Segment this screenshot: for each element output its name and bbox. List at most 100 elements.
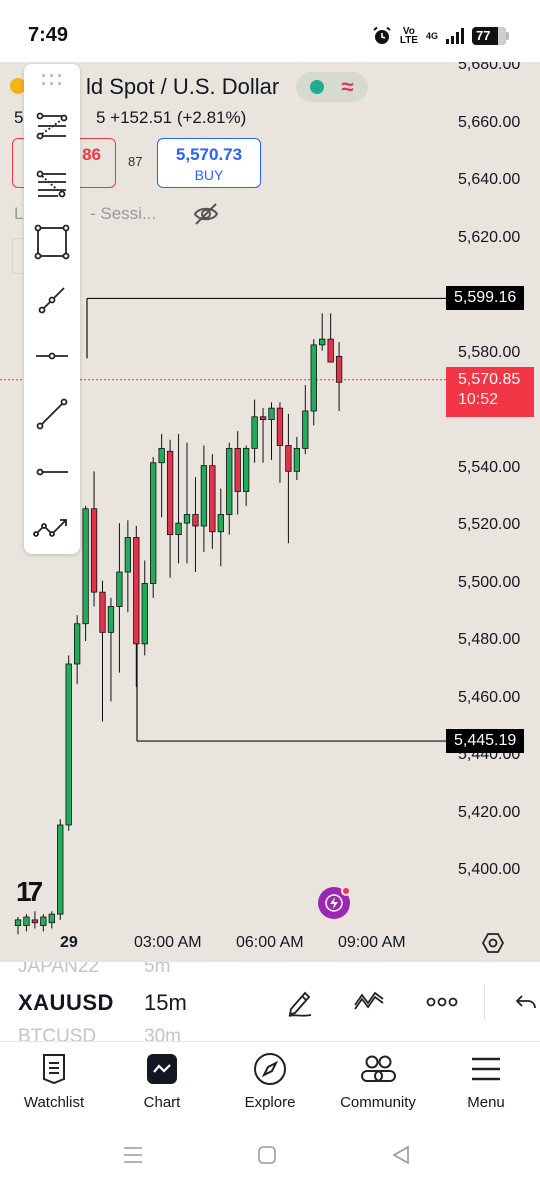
y-axis-label: 5,500.00 (458, 573, 521, 591)
candle-body (23, 916, 30, 927)
fib-retracement-tool-icon[interactable] (32, 106, 72, 146)
pencil-icon[interactable] (282, 984, 318, 1020)
candle-body (242, 447, 250, 492)
prev-timeframe[interactable]: 5m (144, 962, 170, 978)
nav-chart[interactable]: Chart (112, 1052, 212, 1111)
y-axis-label: 5,400.00 (458, 861, 521, 878)
back-icon[interactable] (386, 1140, 416, 1170)
eye-off-icon[interactable] (192, 202, 220, 226)
status-bar: 7:49 Vo LTE 4G 77 (0, 0, 540, 62)
notification-dot (341, 886, 351, 896)
low-price-tag: 5,445.19 (446, 729, 525, 754)
candle-body (217, 514, 224, 533)
candle-body (99, 591, 106, 633)
undo-icon[interactable] (508, 984, 540, 1020)
recent-apps-icon[interactable] (118, 1140, 148, 1170)
candle-body (107, 606, 115, 633)
indicators-icon[interactable] (352, 984, 388, 1020)
candle-body (285, 445, 292, 472)
menu-icon (472, 1057, 500, 1081)
symbol-bar[interactable]: JAPAN22 5m XAUUSD 15m BTCUSD 30m (0, 962, 540, 1042)
candle-body (150, 462, 157, 584)
candle-body (40, 916, 47, 927)
spread-value: 87 (128, 154, 143, 169)
candle-body (335, 355, 343, 383)
bottom-navigation[interactable]: Watchlist Chart Explore Community Menu (0, 1042, 540, 1122)
forecast-tool-icon[interactable] (32, 508, 72, 548)
sell-price: 86 (82, 145, 101, 164)
x-label-time-1: 03:00 AM (134, 934, 202, 951)
candle-body (82, 508, 89, 625)
trend-line-tool-icon[interactable] (32, 280, 72, 320)
wave-icon: ≈ (341, 74, 354, 99)
candle-body (293, 447, 301, 472)
y-axis-label: 5,420.00 (458, 803, 521, 821)
candle-body (31, 919, 39, 924)
symbol-selector[interactable]: XAUUSD (18, 990, 114, 1016)
system-navigation[interactable] (0, 1122, 540, 1186)
network-type: 4G (425, 31, 438, 41)
lightning-icon (325, 894, 343, 912)
candlestick-chart[interactable] (0, 62, 540, 962)
candle-body (124, 537, 131, 573)
horizontal-ray-tool-icon[interactable] (32, 336, 72, 376)
candle-body (14, 919, 22, 927)
nav-community[interactable]: Community (328, 1052, 428, 1111)
y-axis-label: 5,580.00 (458, 343, 521, 361)
x-label-time-2: 06:00 AM (236, 934, 304, 951)
more-options-icon[interactable] (424, 984, 460, 1020)
candle-body (65, 663, 72, 826)
chart-settings-icon[interactable] (482, 932, 504, 954)
candle-body (74, 623, 81, 665)
y-axis-label: 5,460.00 (458, 688, 521, 706)
drag-handle-icon[interactable] (42, 72, 62, 88)
y-axis-label: 5,640.00 (458, 171, 521, 188)
ray-tool-icon[interactable] (32, 452, 72, 492)
line-segment-tool-icon[interactable] (32, 394, 72, 434)
y-axis-label: 5,620.00 (458, 228, 521, 246)
chart-icon (147, 1054, 177, 1084)
nav-watchlist[interactable]: Watchlist (4, 1052, 104, 1111)
candle-body (276, 407, 284, 446)
symbol-title[interactable]: ld Spot / U.S. Dollar (86, 74, 279, 100)
community-icon (361, 1055, 396, 1082)
current-price-tag: 5,570.85 10:52 (446, 367, 534, 417)
candle-body (209, 465, 216, 533)
battery-level: 77 (476, 28, 491, 43)
candle-body (310, 344, 317, 412)
candle-body (327, 338, 334, 363)
candle-body (259, 416, 267, 421)
nav-explore[interactable]: Explore (220, 1052, 320, 1111)
fib-extension-tool-icon[interactable] (32, 164, 72, 204)
home-icon[interactable] (252, 1140, 282, 1170)
market-status-badges[interactable]: ≈ (296, 72, 368, 102)
timeframe-selector[interactable]: 15m (144, 990, 187, 1016)
y-axis-label: 5,480.00 (458, 631, 521, 648)
buy-label: BUY (194, 167, 224, 183)
battery-icon: 77 (472, 27, 509, 45)
status-icons: Vo LTE 4G 77 (372, 24, 509, 48)
alarm-icon (373, 26, 391, 44)
rectangle-tool-icon[interactable] (32, 222, 72, 262)
next-symbol[interactable]: BTCUSD (18, 1026, 96, 1041)
candle-body (133, 537, 140, 645)
chart-area[interactable]: ld Spot / U.S. Dollar ≈ 5 5 +152.51 (+2.… (0, 62, 540, 962)
prev-symbol[interactable]: JAPAN22 (18, 962, 99, 978)
volte-icon: Vo LTE (399, 26, 418, 46)
drawing-toolbar[interactable] (24, 64, 80, 554)
y-axis-label: 5,540.00 (458, 458, 521, 476)
y-axis-label: 5,660.00 (458, 113, 521, 131)
candle-body (175, 522, 182, 536)
candle-body (141, 583, 148, 645)
candle-body (90, 508, 98, 593)
buy-button[interactable]: 5,570.73 BUY (157, 138, 261, 188)
next-timeframe[interactable]: 30m (144, 1026, 181, 1041)
candle-body (319, 338, 326, 346)
candle-body (57, 824, 64, 915)
flash-button[interactable] (318, 886, 351, 919)
market-open-icon (310, 80, 325, 94)
nav-menu[interactable]: Menu (436, 1052, 536, 1111)
tradingview-logo: 17 (16, 876, 43, 907)
signal-icon (446, 28, 464, 44)
candle-body (166, 450, 174, 536)
